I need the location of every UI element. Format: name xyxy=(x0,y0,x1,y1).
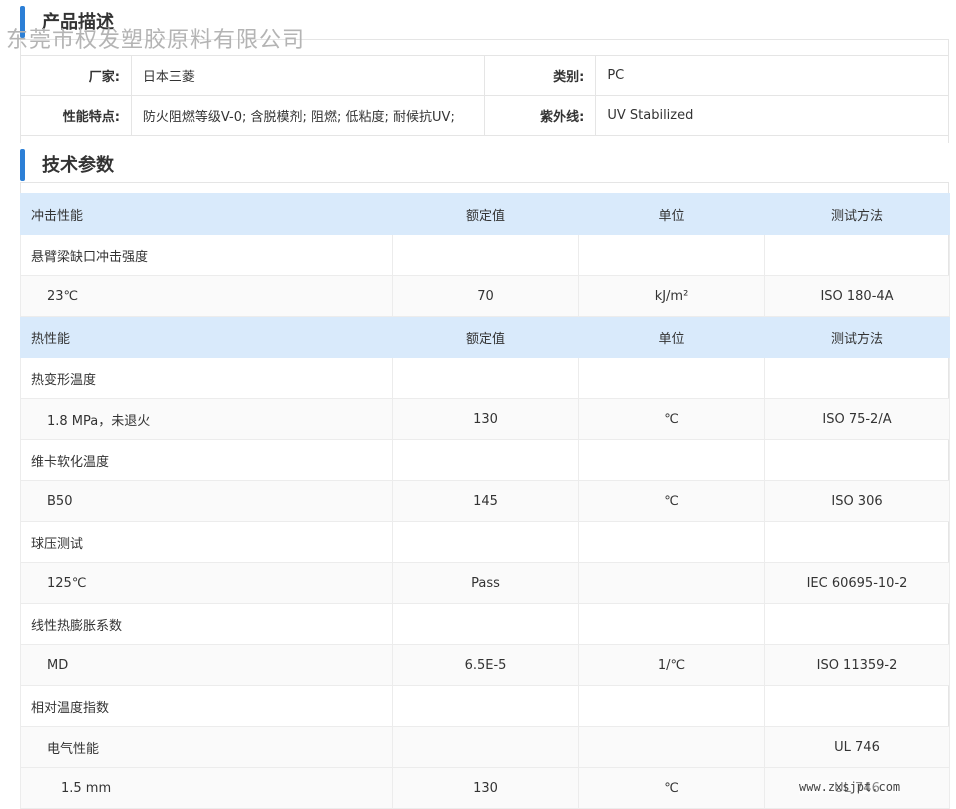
spec-method-cell: ISO 306 xyxy=(764,480,950,522)
spec-method-cell xyxy=(764,439,950,481)
spec-unit-cell xyxy=(578,603,765,645)
spec-group-row: 热变形温度 xyxy=(20,357,950,399)
spec-value-cell: 70 xyxy=(392,275,579,317)
spec-unit-cell xyxy=(578,234,765,276)
spec-name-cell: 悬臂梁缺口冲击强度 xyxy=(20,234,393,276)
spec-method-cell: ISO 75-2/A xyxy=(764,398,950,440)
spec-unit-cell xyxy=(578,726,765,768)
description-table: 厂家: 日本三菱 类别: PC 性能特点: 防火阻燃等级V-0; 含脱模剂; 阻… xyxy=(20,55,949,136)
spec-method-cell: UL 746 xyxy=(764,726,950,768)
spec-unit-cell: kJ/m² xyxy=(578,275,765,317)
specs-table: 冲击性能 额定值 单位 测试方法 悬臂梁缺口冲击强度 23℃ 70 kJ/m² ISO 180-… xyxy=(20,193,950,809)
spec-name-cell: B50 xyxy=(20,480,393,522)
spec-unit-cell: 1/℃ xyxy=(578,644,765,686)
spec-name-cell: MD xyxy=(20,644,393,686)
spec-name-cell: 维卡软化温度 xyxy=(20,439,393,481)
spec-method-cell xyxy=(764,685,950,727)
section-title: 技术参数 xyxy=(42,155,114,176)
spec-category-header: 冲击性能 额定值 单位 测试方法 xyxy=(20,193,950,235)
spec-value-cell: 额定值 xyxy=(392,316,579,358)
field-label: 类别: xyxy=(484,55,597,96)
spec-group-row: 球压测试 xyxy=(20,521,950,563)
spec-name-cell: 1.5 mm xyxy=(20,767,393,809)
spec-unit-cell xyxy=(578,521,765,563)
spec-item-row: 1.8 MPa，未退火 130 ℃ ISO 75-2/A xyxy=(20,398,950,440)
spec-name-cell: 冲击性能 xyxy=(20,193,393,235)
spec-unit-cell: 单位 xyxy=(578,193,765,235)
spec-unit-cell: 单位 xyxy=(578,316,765,358)
spec-name-cell: 125℃ xyxy=(20,562,393,604)
spec-method-cell xyxy=(764,603,950,645)
spec-name-cell: 23℃ xyxy=(20,275,393,317)
spec-category-header: 热性能 额定值 单位 测试方法 xyxy=(20,316,950,358)
field-value: 防火阻燃等级V-0; 含脱模剂; 阻燃; 低粘度; 耐候抗UV; xyxy=(130,95,486,136)
spec-value-cell xyxy=(392,439,579,481)
spec-group-row: 维卡软化温度 xyxy=(20,439,950,481)
spec-item-row: B50 145 ℃ ISO 306 xyxy=(20,480,950,522)
description-row: 厂家: 日本三菱 类别: PC xyxy=(20,55,949,96)
spec-group-row: 线性热膨胀系数 xyxy=(20,603,950,645)
spec-method-cell: ISO 11359-2 xyxy=(764,644,950,686)
spec-unit-cell: ℃ xyxy=(578,398,765,440)
spec-value-cell xyxy=(392,357,579,399)
spec-unit-cell: ℃ xyxy=(578,767,765,809)
spec-value-cell: 130 xyxy=(392,767,579,809)
description-row: 性能特点: 防火阻燃等级V-0; 含脱模剂; 阻燃; 低粘度; 耐候抗UV; 紫… xyxy=(20,95,949,136)
spec-name-cell: 电气性能 xyxy=(20,726,393,768)
spec-group-row: 相对温度指数 xyxy=(20,685,950,727)
spec-value-cell: Pass xyxy=(392,562,579,604)
spec-name-cell: 相对温度指数 xyxy=(20,685,393,727)
spec-value-cell xyxy=(392,603,579,645)
spec-item-row: 电气性能 UL 746 xyxy=(20,726,950,768)
spec-name-cell: 热变形温度 xyxy=(20,357,393,399)
spec-method-cell: 测试方法 xyxy=(764,193,950,235)
field-value: PC xyxy=(595,55,949,96)
spec-method-cell: 测试方法 xyxy=(764,316,950,358)
spec-unit-cell: ℃ xyxy=(578,480,765,522)
spec-value-cell: 6.5E-5 xyxy=(392,644,579,686)
section-accent-bar xyxy=(20,6,25,38)
spec-method-cell xyxy=(764,234,950,276)
spec-unit-cell xyxy=(578,562,765,604)
spec-item-row: 23℃ 70 kJ/m² ISO 180-4A xyxy=(20,275,950,317)
site-watermark: www.zxsjpt.com xyxy=(799,780,901,794)
spec-value-cell xyxy=(392,685,579,727)
spec-value-cell xyxy=(392,234,579,276)
field-value: UV Stabilized xyxy=(595,95,949,136)
field-label: 性能特点: xyxy=(20,95,132,136)
field-label: 厂家: xyxy=(20,55,132,96)
spec-name-cell: 1.8 MPa，未退火 xyxy=(20,398,393,440)
section-header-description: 产品描述 xyxy=(20,0,949,40)
spec-method-cell xyxy=(764,521,950,563)
spec-group-row: 悬臂梁缺口冲击强度 xyxy=(20,234,950,276)
spec-unit-cell xyxy=(578,357,765,399)
section-header-specs: 技术参数 xyxy=(20,143,949,183)
spec-name-cell: 球压测试 xyxy=(20,521,393,563)
spec-value-cell: 额定值 xyxy=(392,193,579,235)
spec-value-cell: 130 xyxy=(392,398,579,440)
spec-unit-cell xyxy=(578,685,765,727)
spec-name-cell: 热性能 xyxy=(20,316,393,358)
section-title: 产品描述 xyxy=(42,12,114,33)
spec-value-cell: 145 xyxy=(392,480,579,522)
spec-method-cell: IEC 60695-10-2 xyxy=(764,562,950,604)
field-value: 日本三菱 xyxy=(130,55,486,96)
spec-item-row: MD 6.5E-5 1/℃ ISO 11359-2 xyxy=(20,644,950,686)
spec-method-cell: ISO 180-4A xyxy=(764,275,950,317)
section-accent-bar xyxy=(20,149,25,181)
spec-unit-cell xyxy=(578,439,765,481)
spec-value-cell xyxy=(392,521,579,563)
spec-method-cell xyxy=(764,357,950,399)
spec-value-cell xyxy=(392,726,579,768)
field-label: 紫外线: xyxy=(484,95,597,136)
spec-item-row: 125℃ Pass IEC 60695-10-2 xyxy=(20,562,950,604)
spec-name-cell: 线性热膨胀系数 xyxy=(20,603,393,645)
